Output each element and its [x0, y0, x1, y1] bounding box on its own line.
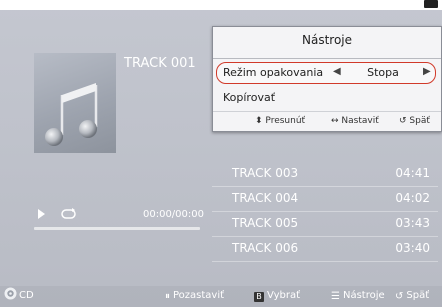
now-playing-title: TRACK 001 — [124, 56, 196, 71]
hint-back: ↺ Späť — [399, 116, 430, 126]
return-icon: ↺ — [395, 291, 404, 302]
divider — [213, 58, 441, 59]
repeat-mode-label: Režim opakovania — [223, 66, 324, 79]
pause-button[interactable]: ⏸ Pozastaviť — [165, 290, 224, 302]
chevron-right-icon[interactable]: ▶ — [423, 66, 431, 77]
chevron-left-icon[interactable]: ◀ — [333, 66, 341, 77]
track-title: TRACK 005 — [232, 216, 299, 230]
track-row[interactable]: TRACK 005 03:43 — [212, 212, 438, 237]
track-title: TRACK 003 — [232, 166, 299, 180]
track-duration: 04:41 — [395, 166, 430, 180]
progress-bar — [34, 227, 200, 230]
track-title: TRACK 004 — [232, 191, 299, 205]
repeat-mode-option[interactable]: Režim opakovania ◀ Stopa ▶ — [216, 62, 436, 84]
track-duration: 03:43 — [395, 216, 430, 230]
pause-label: Pozastaviť — [173, 290, 225, 301]
disc-icon — [4, 287, 17, 300]
back-button[interactable]: ↺ Späť — [395, 290, 429, 302]
select-button[interactable]: B Vybrať — [254, 290, 300, 302]
pause-icon: ⏸ — [165, 291, 170, 302]
left-right-arrows-icon: ↔ — [331, 116, 339, 126]
tools-popup-title: Nástroje — [301, 33, 352, 47]
footer-bar: CD ⏸ Pozastaviť B Vybrať ☰ Nástroje ↺ Späť — [0, 286, 442, 307]
playback-time: 00:00/00:00 — [142, 209, 204, 220]
hint-move: ⬍ Presunúť — [255, 116, 305, 126]
tools-label: Nástroje — [342, 290, 385, 301]
track-title: TRACK 006 — [232, 241, 299, 255]
top-strip — [0, 0, 442, 10]
tools-popup: Nástroje Režim opakovania ◀ Stopa ▶ Kopí… — [212, 26, 442, 132]
top-strip-badge — [424, 0, 438, 8]
popup-hints-bar: ⬍ Presunúť ↔ Nastaviť ↺ Späť — [213, 111, 441, 130]
hint-move-label: Presunúť — [265, 116, 306, 126]
up-down-arrows-icon: ⬍ — [255, 116, 263, 126]
track-row[interactable]: TRACK 004 04:02 — [212, 187, 438, 212]
repeat-icon — [61, 208, 76, 219]
track-duration: 04:02 — [395, 191, 430, 205]
hint-set-label: Nastaviť — [341, 116, 379, 126]
album-art — [34, 53, 116, 153]
tools-button[interactable]: ☰ Nástroje — [331, 290, 385, 302]
back-label: Späť — [406, 290, 430, 301]
music-note-icon — [45, 83, 98, 146]
screen-background: TRACK 001 00:00/00:00 TRACK 003 04:41 TR… — [0, 0, 442, 307]
source-label: CD — [19, 290, 34, 301]
tools-icon: ☰ — [331, 291, 340, 302]
track-row[interactable]: TRACK 003 04:41 — [212, 162, 438, 187]
play-icon — [38, 209, 45, 219]
repeat-mode-value: Stopa — [367, 66, 399, 79]
return-icon: ↺ — [399, 116, 407, 126]
track-row[interactable]: TRACK 006 03:40 — [212, 237, 438, 262]
copy-option[interactable]: Kopírovať — [223, 91, 275, 104]
select-label: Vybrať — [267, 290, 300, 301]
b-key-icon: B — [254, 292, 264, 302]
hint-back-label: Späť — [409, 116, 430, 126]
hint-set: ↔ Nastaviť — [331, 116, 379, 126]
playback-status-row: 00:00/00:00 — [34, 208, 206, 222]
track-duration: 03:40 — [395, 241, 430, 255]
